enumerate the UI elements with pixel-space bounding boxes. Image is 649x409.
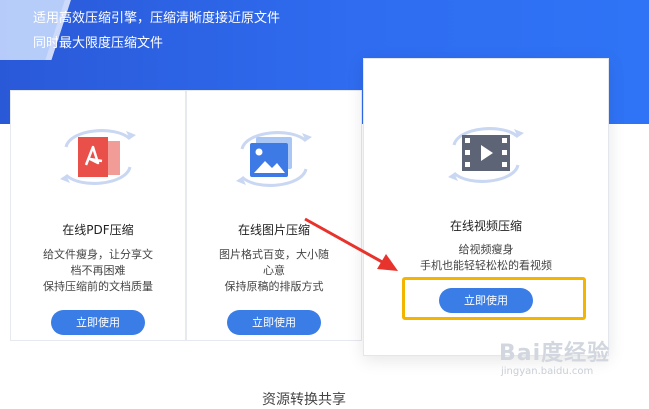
baidu-watermark: Bai度经验 jingyan.baidu.com [499, 335, 639, 385]
watermark-logo-text: Bai度经验 [499, 341, 611, 366]
section-heading: 资源转换共享 [262, 392, 346, 408]
watermark-url: jingyan.baidu.com [501, 366, 594, 377]
